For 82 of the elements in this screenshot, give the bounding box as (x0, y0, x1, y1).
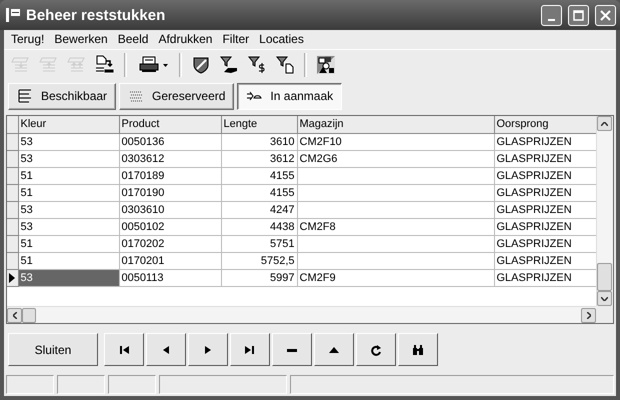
table-cell: 51 (18, 235, 119, 252)
binoculars-icon[interactable] (412, 344, 424, 356)
menu-item[interactable]: Filter (217, 32, 254, 46)
table-cell: 0170202 (119, 235, 221, 252)
table-cell: 4155 (221, 167, 297, 184)
horizontal-scrollbar[interactable] (7, 306, 596, 324)
scroll-left-icon[interactable] (12, 312, 16, 319)
maximize-button[interactable] (568, 4, 589, 26)
scroll-right-icon[interactable] (586, 312, 590, 319)
table-cell: 51 (18, 167, 119, 184)
scroll-down-icon[interactable] (601, 296, 608, 301)
last-record-icon[interactable] (244, 344, 256, 356)
table-cell: 5751 (221, 235, 297, 252)
table-cell: 0303610 (119, 201, 221, 218)
column-header[interactable]: Magazijn (297, 116, 494, 134)
table-cell: 53 (18, 218, 119, 236)
filter-hand-icon[interactable] (219, 55, 239, 76)
vertical-scrollbar[interactable] (596, 116, 613, 306)
table-cell: 53 (18, 201, 119, 218)
menu-item[interactable]: Bewerken (49, 32, 113, 46)
column-header[interactable]: Lengte (221, 116, 297, 134)
table-cell: 51 (18, 252, 119, 270)
document-arrow-icon[interactable] (95, 55, 115, 76)
column-header[interactable]: Kleur (18, 116, 119, 134)
table-cell: 53 (18, 150, 119, 168)
scroll-up-icon[interactable] (601, 122, 608, 126)
table-cell: CM2F10 (297, 133, 494, 150)
close-button[interactable]: Sluiten (8, 333, 98, 366)
table-cell: CM2G6 (297, 150, 494, 168)
scroll-thumb[interactable] (22, 308, 36, 323)
table-cell: 5997 (221, 269, 297, 286)
menu-item[interactable]: Terug! (6, 32, 50, 46)
menu-item[interactable]: Locaties (254, 32, 309, 46)
table-cell: 0050102 (119, 218, 221, 236)
scroll-button[interactable] (597, 116, 612, 132)
status-pane (56, 375, 105, 394)
status-pane (108, 375, 156, 394)
status-pane (6, 375, 54, 394)
close-icon (599, 8, 612, 22)
table-cell: CM2F9 (297, 269, 494, 286)
caret-icon[interactable] (162, 64, 168, 67)
lines-icon (17, 88, 33, 104)
table-cell: 4155 (221, 184, 297, 202)
minimize-button[interactable] (541, 4, 562, 26)
column-header[interactable]: Oorsprong (494, 116, 596, 134)
table-cell: 53 (18, 133, 119, 150)
app-icon (6, 8, 20, 22)
table-cell: 51 (18, 184, 119, 202)
scroll-button[interactable] (7, 308, 22, 323)
shield-icon[interactable] (191, 55, 211, 76)
table-cell: 5752,5 (221, 252, 297, 270)
column-header[interactable]: Product (119, 116, 221, 134)
refresh-icon[interactable] (370, 344, 382, 356)
filter-button[interactable]: In aanmaak (237, 82, 342, 110)
scroll-thumb[interactable] (597, 263, 612, 292)
close-button[interactable] (595, 4, 616, 26)
filter-page-icon[interactable] (275, 55, 295, 76)
scroll-button[interactable] (581, 308, 596, 323)
filter-dollar-icon[interactable] (247, 55, 267, 76)
table-cell: 3610 (221, 133, 297, 150)
table-cell: CM2F8 (297, 218, 494, 236)
table-cell: 0303612 (119, 150, 221, 168)
table-cell: 4247 (221, 201, 297, 218)
table-cell: 0050136 (119, 133, 221, 150)
table-cell: 3612 (221, 150, 297, 168)
table-cell: 0170189 (119, 167, 221, 184)
scrollbar-corner (596, 306, 613, 324)
first-record-icon[interactable] (118, 344, 130, 356)
scroll-button[interactable] (597, 291, 612, 306)
table-cell: 53 (18, 269, 119, 286)
menu-item[interactable]: Afdrukken (153, 32, 218, 46)
table-cell: 0170201 (119, 252, 221, 270)
window-title: Beheer reststukken (26, 6, 166, 24)
table-cell: 0050113 (119, 269, 221, 286)
filter-button[interactable]: Gereserveerd (119, 82, 234, 110)
maximize-icon (572, 8, 585, 22)
minimize-icon (548, 18, 555, 20)
filter-button[interactable]: Beschikbaar (8, 82, 116, 110)
table-cell: 0170190 (119, 184, 221, 202)
menu-item[interactable]: Beeld (112, 32, 154, 46)
table-cell: 4438 (221, 218, 297, 236)
shapes-icon[interactable] (316, 55, 336, 76)
